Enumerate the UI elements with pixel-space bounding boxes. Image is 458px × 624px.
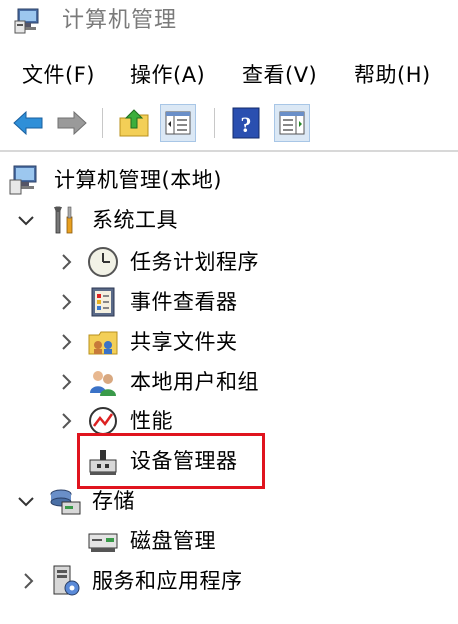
chevron-down-icon[interactable] bbox=[16, 491, 36, 511]
tree-label-root: 计算机管理(本地) bbox=[54, 168, 222, 192]
tree-label-services-apps: 服务和应用程序 bbox=[92, 569, 243, 593]
tree-item-disk-management[interactable]: 磁盘管理 bbox=[0, 521, 458, 561]
back-arrow-icon[interactable] bbox=[10, 104, 46, 142]
tree-label-shared-folders: 共享文件夹 bbox=[130, 330, 238, 354]
tree-label-disk-management: 磁盘管理 bbox=[130, 529, 216, 553]
tools-icon bbox=[54, 206, 73, 234]
users-icon bbox=[90, 371, 116, 396]
computer-management-icon bbox=[9, 165, 37, 195]
highlight-box bbox=[77, 433, 265, 489]
shared-folder-icon bbox=[88, 331, 118, 355]
action-pane-icon bbox=[279, 111, 305, 135]
menu-bar: 文件(F) 操作(A) 查看(V) 帮助(H) bbox=[0, 56, 458, 94]
computer-management-icon bbox=[14, 8, 39, 34]
menu-action[interactable]: 操作(A) bbox=[130, 56, 205, 94]
chevron-right-icon[interactable] bbox=[56, 332, 76, 352]
event-viewer-icon bbox=[91, 287, 115, 317]
tree-item-root[interactable]: 计算机管理(本地) bbox=[0, 160, 458, 200]
tree-label-event-viewer: 事件查看器 bbox=[130, 290, 238, 314]
services-icon bbox=[53, 565, 80, 596]
tree-item-shared-folders[interactable]: 共享文件夹 bbox=[0, 322, 458, 362]
menu-help[interactable]: 帮助(H) bbox=[354, 56, 431, 94]
chevron-right-icon[interactable] bbox=[56, 292, 76, 312]
storage-icon bbox=[50, 489, 81, 515]
help-icon[interactable]: ? bbox=[228, 104, 264, 142]
disk-icon bbox=[88, 533, 118, 552]
tree-item-services-apps[interactable]: 服务和应用程序 bbox=[0, 561, 458, 601]
toolbar-separator bbox=[214, 108, 215, 138]
chevron-right-icon[interactable] bbox=[56, 411, 76, 431]
action-pane-button[interactable] bbox=[274, 104, 310, 142]
tree-item-event-viewer[interactable]: 事件查看器 bbox=[0, 282, 458, 322]
tree-label-task-scheduler: 任务计划程序 bbox=[130, 250, 259, 274]
up-folder-icon[interactable] bbox=[116, 104, 152, 142]
menu-file[interactable]: 文件(F) bbox=[22, 56, 95, 94]
tree-item-system-tools[interactable]: 系统工具 bbox=[0, 200, 458, 240]
tree-label-system-tools: 系统工具 bbox=[92, 208, 178, 232]
menu-view[interactable]: 查看(V) bbox=[242, 56, 317, 94]
tree-item-local-users-groups[interactable]: 本地用户和组 bbox=[0, 362, 458, 402]
title-bar: 计算机管理 bbox=[0, 0, 458, 44]
toolbar-divider bbox=[0, 150, 458, 152]
toolbar: ? bbox=[0, 100, 458, 148]
toolbar-separator bbox=[102, 108, 103, 138]
clock-icon bbox=[88, 247, 118, 277]
chevron-right-icon[interactable] bbox=[18, 571, 38, 591]
chevron-down-icon[interactable] bbox=[16, 210, 36, 230]
chevron-right-icon[interactable] bbox=[56, 252, 76, 272]
forward-arrow-icon[interactable] bbox=[54, 104, 90, 142]
svg-text:?: ? bbox=[241, 112, 252, 137]
show-hide-tree-icon bbox=[165, 111, 191, 135]
window-title: 计算机管理 bbox=[62, 8, 178, 33]
chevron-right-icon[interactable] bbox=[56, 372, 76, 392]
tree-label-local-users-groups: 本地用户和组 bbox=[130, 370, 259, 394]
show-hide-tree-button[interactable] bbox=[160, 104, 196, 142]
tree-item-task-scheduler[interactable]: 任务计划程序 bbox=[0, 242, 458, 282]
